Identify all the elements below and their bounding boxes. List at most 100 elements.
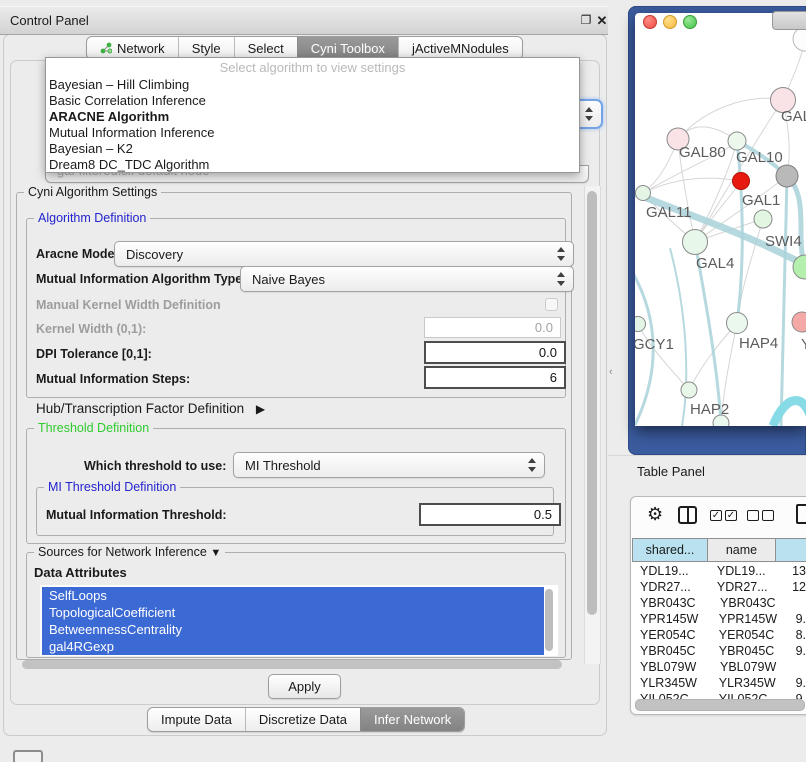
minimize-window-button[interactable] — [663, 15, 677, 29]
sources-title: Sources for Network Inference — [38, 545, 207, 559]
control-panel-titlebar: Control Panel ❐ ✕ — [0, 6, 608, 35]
network-node[interactable] — [793, 27, 806, 51]
node-label: SWI4 — [765, 233, 802, 250]
data-attributes-header: Data Attributes — [34, 565, 127, 580]
table-cell: YDL19... — [709, 563, 780, 579]
network-node[interactable] — [727, 313, 748, 334]
zoom-window-button[interactable] — [683, 15, 697, 29]
table-cell: YBR045C — [632, 643, 711, 659]
manual-kernel-checkbox[interactable] — [545, 298, 558, 311]
network-node[interactable] — [635, 317, 646, 332]
manual-kernel-label: Manual Kernel Width Definition — [36, 298, 221, 312]
tab-jactivemnodules[interactable]: jActiveMNodules — [398, 37, 522, 59]
network-node[interactable] — [683, 230, 708, 255]
gear-icon[interactable]: ⚙ — [647, 504, 663, 525]
settings-vscroll-track[interactable] — [584, 186, 601, 664]
table-cell: YIL052C — [711, 691, 784, 699]
mi-steps-label: Mutual Information Steps: — [36, 372, 190, 386]
table-cell: YLR345W — [632, 675, 711, 691]
algorithm-option[interactable]: Bayesian – K2 — [46, 141, 579, 157]
application-root: Control Panel ❐ ✕ Network Style Select C… — [0, 0, 806, 762]
network-node[interactable] — [792, 312, 806, 332]
tab-cyni-toolbox[interactable]: Cyni Toolbox — [297, 37, 398, 59]
list-item-selected[interactable]: TopologicalCoefficient — [42, 604, 544, 621]
expander-label: Hub/Transcription Factor Definition — [36, 401, 244, 416]
tab-select[interactable]: Select — [234, 37, 297, 59]
mi-steps-field[interactable] — [424, 366, 566, 389]
table-row[interactable]: YIL052CYIL052C9. — [632, 691, 806, 699]
network-node[interactable] — [776, 165, 798, 187]
dock-icon[interactable] — [13, 750, 43, 762]
table-cell: 9. — [784, 691, 806, 699]
close-panel-icon[interactable]: ✕ — [594, 7, 610, 34]
kernel-width-field[interactable] — [424, 317, 561, 338]
apply-button-label: Apply — [288, 679, 321, 694]
table-cell: YBR045C — [711, 643, 784, 659]
split-columns-icon[interactable] — [678, 506, 697, 524]
algorithm-option[interactable]: Dream8 DC_TDC Algorithm — [46, 157, 579, 173]
mi-threshold-field[interactable] — [419, 503, 561, 526]
table-cell: YDR27... — [709, 579, 780, 595]
apply-button[interactable]: Apply — [268, 674, 341, 699]
table-row[interactable]: YDR27...YDR27...12 — [632, 579, 806, 595]
list-item-selected[interactable]: gal4RGexp — [42, 638, 544, 655]
hub-factor-expander[interactable]: Hub/Transcription Factor Definition ▶ — [36, 401, 265, 416]
close-window-button[interactable] — [643, 15, 657, 29]
tab-discretize-data[interactable]: Discretize Data — [245, 708, 360, 731]
algorithm-option[interactable]: Mutual Information Inference — [46, 125, 579, 141]
table-row[interactable]: YPR145WYPR145W9. — [632, 611, 806, 627]
spinner-icon — [557, 247, 566, 261]
table-row[interactable]: YLR345WYLR345W9. — [632, 675, 806, 691]
settings-vscroll-thumb[interactable] — [587, 191, 597, 615]
panel-title: Control Panel — [10, 7, 89, 34]
table-row[interactable]: YDL19...YDL19...13 — [632, 563, 806, 579]
tab-infer-network[interactable]: Infer Network — [360, 708, 464, 731]
network-tools-widget[interactable] — [772, 11, 806, 30]
list-item-selected[interactable]: BetweennessCentrality — [42, 621, 544, 638]
select-all-columns-icon[interactable]: ✓ ✓ — [710, 510, 737, 521]
expand-down-icon[interactable]: ▼ — [210, 547, 221, 559]
tab-label: Discretize Data — [259, 712, 347, 727]
table-row[interactable]: YBL079WYBL079W — [632, 659, 806, 675]
algorithm-option[interactable]: Bayesian – Hill Climbing — [46, 77, 579, 93]
network-node[interactable] — [681, 382, 697, 398]
dpi-tolerance-label: DPI Tolerance [0,1]: — [36, 347, 152, 361]
tab-label: Style — [192, 41, 221, 56]
network-canvas[interactable]: GAL80 GAL GAL10 GAL11 GAL1 GAL4 SWI4 GCY… — [635, 13, 806, 426]
table-row[interactable]: YER054CYER054C8. — [632, 627, 806, 643]
spinner-icon — [528, 458, 537, 472]
algorithm-option[interactable]: Basic Correlation Inference — [46, 93, 579, 109]
column-header-shared[interactable]: shared... — [632, 538, 708, 562]
dpi-tolerance-field[interactable] — [424, 341, 566, 364]
table-hscroll-thumb[interactable] — [635, 699, 805, 711]
tab-network[interactable]: Network — [87, 37, 178, 59]
table-cell — [786, 659, 798, 675]
list-scrollbar[interactable] — [545, 589, 553, 651]
page-icon[interactable] — [796, 504, 806, 524]
unchecked-box-icon — [762, 510, 774, 521]
table-cell: 9. — [784, 675, 806, 691]
network-node[interactable] — [754, 210, 772, 228]
aracne-mode-combo[interactable]: Discovery — [114, 241, 574, 267]
table-header-row: shared... name — [632, 538, 806, 562]
tab-impute-data[interactable]: Impute Data — [148, 708, 245, 731]
algorithm-option-selected[interactable]: ARACNE Algorithm — [46, 109, 579, 125]
table-cell: 13 — [780, 563, 806, 579]
network-node[interactable] — [733, 173, 750, 190]
tab-style[interactable]: Style — [178, 37, 234, 59]
column-header-extra[interactable] — [776, 538, 806, 562]
mi-type-combo[interactable]: Naive Bayes — [240, 266, 574, 292]
table-row[interactable]: YBR043CYBR043C — [632, 595, 806, 611]
column-header-name[interactable]: name — [708, 538, 776, 562]
table-panel-title: Table Panel — [637, 464, 705, 479]
table-cell: YBL079W — [712, 659, 786, 675]
network-node[interactable] — [636, 186, 651, 201]
deselect-all-columns-icon[interactable] — [747, 510, 774, 521]
list-item-selected[interactable]: SelfLoops — [42, 587, 544, 604]
settings-hscroll-thumb[interactable] — [22, 660, 562, 669]
network-node[interactable] — [728, 132, 746, 150]
splitter-handle[interactable]: ‹ — [609, 366, 617, 378]
float-window-icon[interactable]: ❐ — [578, 7, 594, 34]
which-threshold-combo[interactable]: MI Threshold — [233, 452, 545, 478]
table-row[interactable]: YBR045CYBR045C9. — [632, 643, 806, 659]
